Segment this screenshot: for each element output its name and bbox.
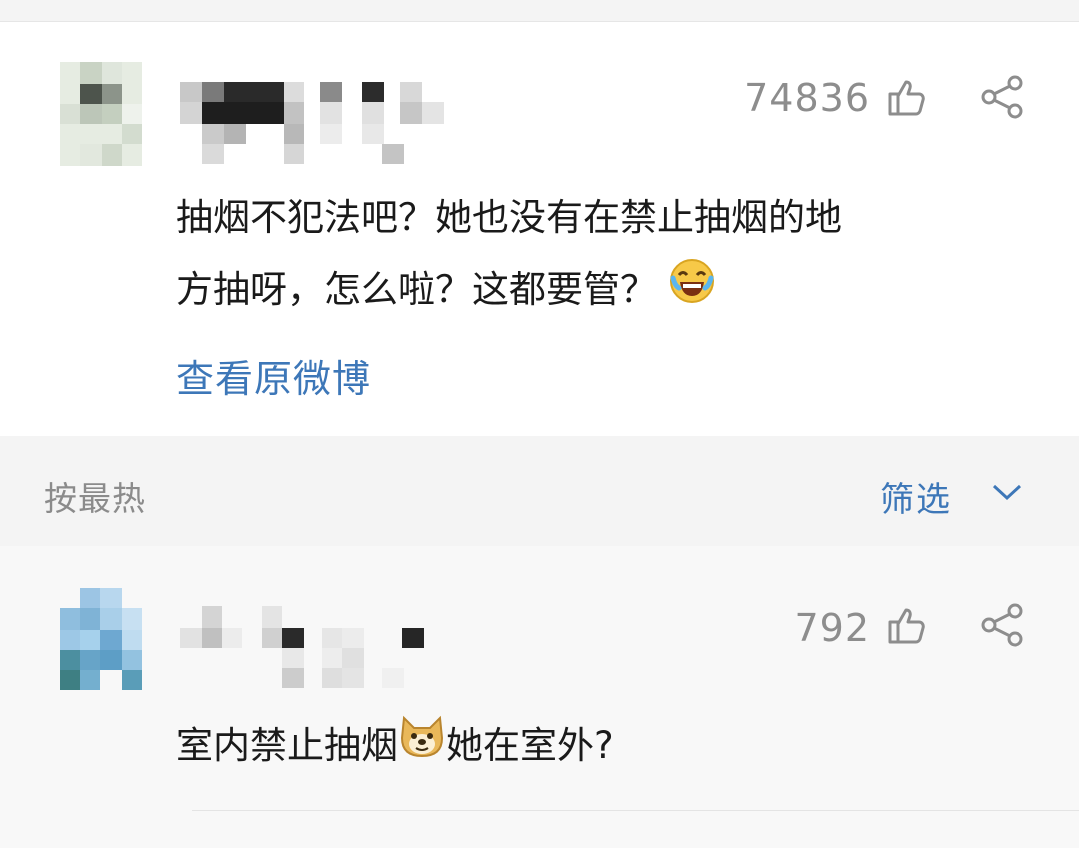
comment-item (0, 546, 1079, 848)
post-avatar[interactable] (60, 62, 142, 166)
sort-hot-label[interactable]: 按最热 (44, 472, 146, 520)
view-original-link[interactable]: 查看原微博 (176, 348, 371, 403)
post-text-line-2-content: 方抽呀，怎么啦？这都要管？ (176, 268, 657, 311)
comment-text-after-emoji: 她在室外? (446, 724, 614, 767)
comment-text: 室内禁止抽烟 她在室外? (176, 710, 614, 784)
comment-divider (192, 810, 1079, 811)
post-like-count: 74836 (744, 76, 870, 120)
laugh-cry-icon (669, 256, 715, 328)
comment-like-count: 792 (794, 606, 870, 650)
thumbs-up-icon[interactable] (884, 604, 928, 648)
chevron-down-icon[interactable] (990, 480, 1024, 504)
post-text-line-2: 方抽呀，怎么啦？这都要管？ (176, 254, 715, 328)
comment-avatar[interactable] (60, 588, 142, 690)
filter-button[interactable]: 筛选 (880, 472, 952, 521)
share-icon[interactable] (978, 602, 1028, 648)
post-username[interactable] (180, 82, 448, 164)
top-edge (0, 0, 1079, 22)
share-icon[interactable] (978, 74, 1028, 120)
comment-username[interactable] (180, 606, 430, 690)
comment-text-before-emoji: 室内禁止抽烟 (176, 724, 398, 767)
post-text-line-1: 抽烟不犯法吧？她也没有在禁止抽烟的地 (176, 196, 842, 239)
thumbs-up-icon[interactable] (884, 76, 928, 120)
doge-icon (398, 712, 446, 784)
